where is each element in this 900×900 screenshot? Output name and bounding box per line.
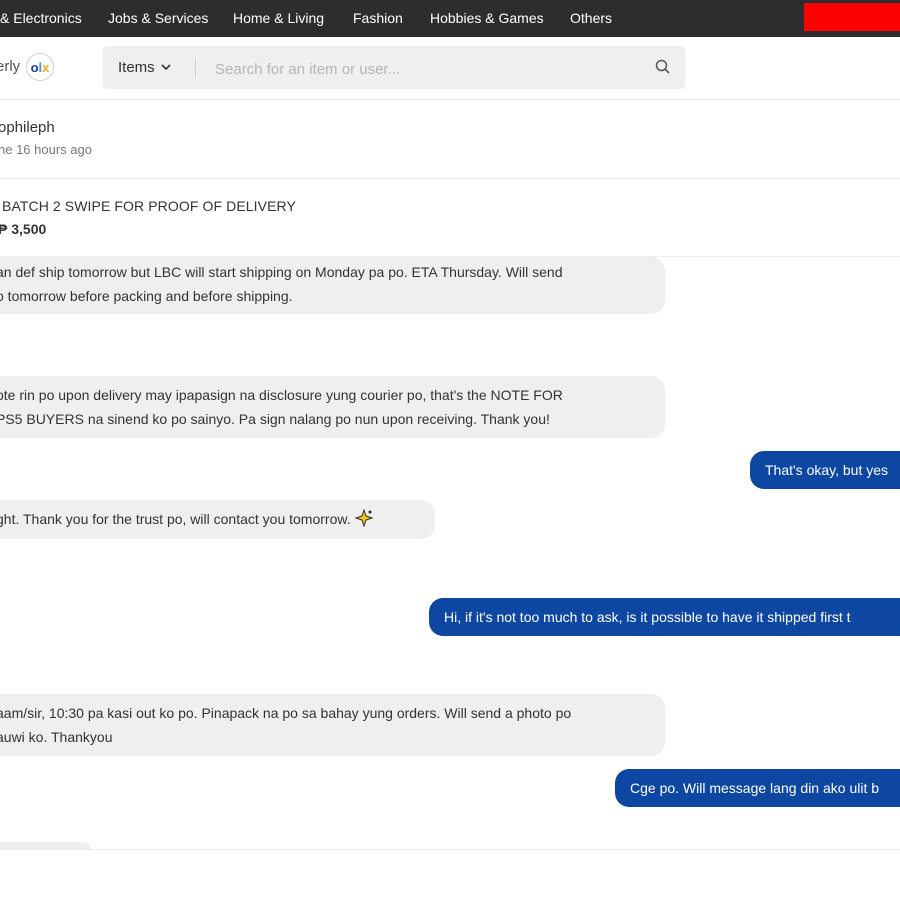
search-icon[interactable] <box>655 59 671 75</box>
listing-title: BATCH 2 SWIPE FOR PROOF OF DELIVERY <box>2 198 296 214</box>
olx-chat-page: & Electronics Jobs & Services Home & Liv… <box>0 0 900 900</box>
composer-divider <box>0 849 900 850</box>
category-electronics[interactable]: & Electronics <box>0 0 82 37</box>
category-jobs-services[interactable]: Jobs & Services <box>108 0 208 37</box>
logo-letter-x: x <box>42 60 50 75</box>
category-others[interactable]: Others <box>570 0 612 37</box>
message-line: ght. Thank you for the trust po, will co… <box>0 500 419 542</box>
listing-price: ₱ 3,500 <box>0 221 47 237</box>
conversation-header: ophileph ne 16 hours ago <box>0 100 900 179</box>
search-category-dropdown[interactable]: Items <box>118 46 171 89</box>
olx-logo[interactable]: olx <box>26 53 54 81</box>
logo-letter-o: o <box>30 60 39 75</box>
message-line: auwi ko. Thankyou <box>0 729 113 745</box>
message-line: an def ship tomorrow but LBC will start … <box>0 264 563 280</box>
red-promo-block[interactable] <box>804 3 900 31</box>
search-category-label: Items <box>118 59 155 76</box>
category-bar: & Electronics Jobs & Services Home & Liv… <box>0 0 900 37</box>
last-seen-status: ne 16 hours ago <box>0 142 92 157</box>
listing-summary[interactable]: BATCH 2 SWIPE FOR PROOF OF DELIVERY ₱ 3,… <box>0 179 900 257</box>
category-fashion[interactable]: Fashion <box>353 0 403 37</box>
message-line: Cge po. Will message lang din ako ulit b <box>630 780 880 796</box>
message-line: PS5 BUYERS na sinend ko po sainyo. Pa si… <box>0 411 550 427</box>
message-text: ght. Thank you for the trust po, will co… <box>0 511 351 527</box>
search-bar: Items <box>103 46 685 89</box>
message-line: That's okay, but yes <box>765 462 889 478</box>
site-header: erly olx Items <box>0 37 900 100</box>
message-line: Hi, if it's not too much to ask, is it p… <box>444 609 851 625</box>
message-outgoing: Hi, if it's not too much to ask, is it p… <box>429 598 900 636</box>
message-outgoing: Cge po. Will message lang din ako ulit b <box>615 769 900 807</box>
message-outgoing: That's okay, but yes <box>750 451 900 489</box>
message-incoming: aam/sir, 10:30 pa kasi out ko po. Pinapa… <box>0 694 665 756</box>
message-list[interactable]: an def ship tomorrow but LBC will start … <box>0 257 900 850</box>
chat-username[interactable]: ophileph <box>0 119 55 136</box>
message-incoming: an def ship tomorrow but LBC will start … <box>0 257 665 314</box>
message-line: ote rin po upon delivery may ipapasign n… <box>0 387 563 403</box>
sparkle-emoji-icon <box>354 503 374 542</box>
search-divider <box>195 58 196 78</box>
category-hobbies-games[interactable]: Hobbies & Games <box>430 0 544 37</box>
site-name[interactable]: erly <box>0 58 20 75</box>
message-incoming: ght. Thank you for the trust po, will co… <box>0 500 435 539</box>
message-incoming: ote rin po upon delivery may ipapasign n… <box>0 376 665 438</box>
message-line: aam/sir, 10:30 pa kasi out ko po. Pinapa… <box>0 705 572 721</box>
category-home-living[interactable]: Home & Living <box>233 0 324 37</box>
search-input[interactable] <box>213 54 637 84</box>
message-line: o tomorrow before packing and before shi… <box>0 288 293 304</box>
chevron-down-icon <box>161 47 171 90</box>
